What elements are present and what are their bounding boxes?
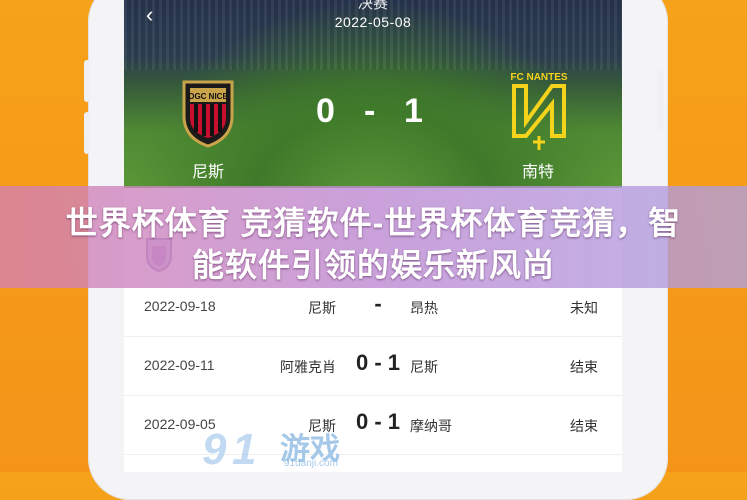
fixture-status: 结束 (570, 418, 598, 434)
fixture-date: 2022-09-18 (144, 298, 216, 314)
fixture-status: 结束 (570, 359, 598, 375)
watermark-url: 91danji.com (284, 458, 338, 469)
fixture-home-team: 尼斯 (308, 300, 336, 316)
fixture-status: 未知 (570, 300, 598, 316)
match-date: 2022-05-08 (334, 14, 412, 30)
score-separator: - (364, 92, 376, 130)
away-team-name: 南特 (521, 164, 554, 181)
title-banner: 世界杯体育 竞猜软件-世界杯体育竞猜，智 能软件引领的娱乐新风尚 (0, 186, 747, 288)
away-score: 1 (404, 92, 423, 130)
fixture-away-team: 尼斯 (410, 359, 438, 375)
fixture-score: 0 - 1 (355, 350, 401, 375)
match-header: ‹ 决赛 2022-05-08 OGC NICE 0 - 1 FC NANTES… (124, 0, 622, 188)
banner-title-line-2: 能软件引领的娱乐新风尚 (191, 247, 555, 283)
banner-title-line-1: 世界杯体育 竞猜软件-世界杯体育竞猜，智 (65, 205, 682, 241)
fixture-away-team: 摩纳哥 (410, 418, 452, 434)
fixture-away-team: 昂热 (410, 300, 438, 316)
home-score: 0 (316, 92, 335, 130)
nantes-crest-text: FC NANTES (510, 72, 568, 83)
nice-crest-text: OGC NICE (188, 92, 228, 101)
competition-title: 决赛 (357, 0, 388, 12)
phone-volume-button (84, 112, 90, 154)
home-team-name: 尼斯 (191, 164, 224, 181)
phone-power-button (658, 70, 664, 130)
fixture-score: - (374, 291, 382, 316)
nantes-crest-icon: FC NANTES (510, 72, 568, 150)
svg-text:9: 9 (202, 425, 227, 474)
fixture-home-team: 阿雅克肖 (280, 359, 336, 375)
fixture-row[interactable]: 2022-09-11 阿雅克肖 0 - 1 尼斯 结束 (124, 337, 622, 396)
svg-text:1: 1 (232, 425, 256, 474)
fixture-date: 2022-09-11 (144, 357, 215, 373)
nice-crest-icon: OGC NICE (182, 80, 234, 148)
phone-volume-button (84, 60, 90, 102)
